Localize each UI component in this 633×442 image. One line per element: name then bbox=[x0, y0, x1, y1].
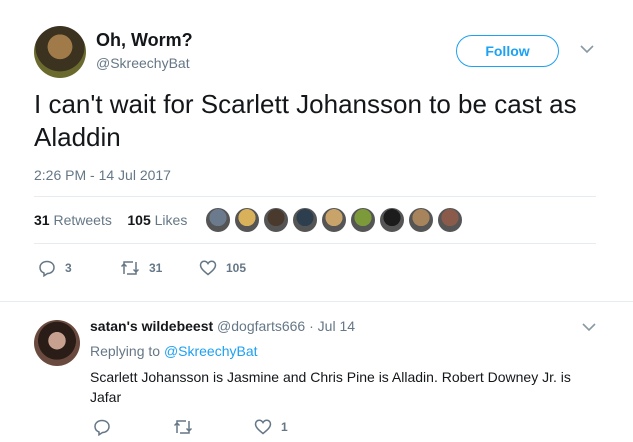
divider bbox=[34, 243, 596, 244]
tweet-stats: 31 Retweets 105 Likes bbox=[34, 212, 187, 228]
retweet-button[interactable]: 31 bbox=[120, 259, 162, 277]
reply-icon bbox=[39, 260, 55, 277]
reply-retweet-button[interactable] bbox=[173, 418, 202, 436]
reply-handle[interactable]: @dogfarts666 bbox=[217, 318, 305, 334]
display-name[interactable]: Oh, Worm? bbox=[96, 30, 193, 51]
like-count: 105 bbox=[226, 261, 247, 275]
reply-count: 3 bbox=[65, 261, 72, 275]
retweets-label: Retweets bbox=[53, 212, 112, 228]
reply-header: satan's wildebeest @dogfarts666 · Jul 14 bbox=[90, 318, 355, 334]
liker-avatar[interactable] bbox=[292, 207, 318, 233]
liker-avatar[interactable] bbox=[234, 207, 260, 233]
retweet-icon bbox=[173, 420, 193, 434]
retweet-count: 31 bbox=[149, 261, 163, 275]
divider bbox=[34, 196, 596, 197]
reply-date[interactable]: Jul 14 bbox=[318, 318, 355, 334]
follow-button[interactable]: Follow bbox=[456, 35, 559, 67]
liker-avatar[interactable] bbox=[321, 207, 347, 233]
avatar[interactable] bbox=[34, 26, 86, 78]
reply-like-button[interactable]: 1 bbox=[254, 418, 288, 436]
reply-avatar[interactable] bbox=[34, 320, 80, 366]
tweet-timestamp[interactable]: 2:26 PM - 14 Jul 2017 bbox=[34, 167, 171, 183]
liker-avatar[interactable] bbox=[408, 207, 434, 233]
liker-avatar[interactable] bbox=[263, 207, 289, 233]
heart-icon bbox=[254, 419, 272, 435]
likes-label: Likes bbox=[154, 212, 188, 228]
liker-avatar[interactable] bbox=[437, 207, 463, 233]
likes-count: 105 bbox=[127, 212, 151, 228]
chevron-down-icon[interactable] bbox=[582, 322, 596, 332]
liker-avatar[interactable] bbox=[379, 207, 405, 233]
replying-to: Replying to @SkreechyBat bbox=[90, 343, 258, 359]
retweets-count: 31 bbox=[34, 212, 50, 228]
reply-reply-button[interactable] bbox=[93, 418, 120, 436]
liker-avatar[interactable] bbox=[205, 207, 231, 233]
reply-display-name[interactable]: satan's wildebeest bbox=[90, 318, 213, 334]
user-handle[interactable]: @SkreechyBat bbox=[96, 55, 190, 71]
reply-separator: · bbox=[309, 318, 314, 334]
reply-icon bbox=[94, 419, 110, 436]
reply-text: Scarlett Johansson is Jasmine and Chris … bbox=[90, 369, 571, 405]
reply-like-count: 1 bbox=[281, 420, 288, 434]
retweet-icon bbox=[120, 261, 140, 275]
retweets-stat[interactable]: 31 Retweets bbox=[34, 212, 112, 228]
chevron-down-icon[interactable] bbox=[580, 44, 594, 54]
liker-avatar[interactable] bbox=[350, 207, 376, 233]
heart-icon bbox=[199, 260, 217, 276]
replying-to-link[interactable]: @SkreechyBat bbox=[164, 343, 258, 359]
replying-prefix: Replying to bbox=[90, 343, 161, 359]
divider bbox=[0, 301, 633, 302]
likes-stat[interactable]: 105 Likes bbox=[127, 212, 187, 228]
like-button[interactable]: 105 bbox=[199, 259, 246, 277]
reply-button[interactable]: 3 bbox=[38, 259, 72, 277]
tweet-text: I can't wait for Scarlett Johansson to b… bbox=[34, 89, 577, 152]
